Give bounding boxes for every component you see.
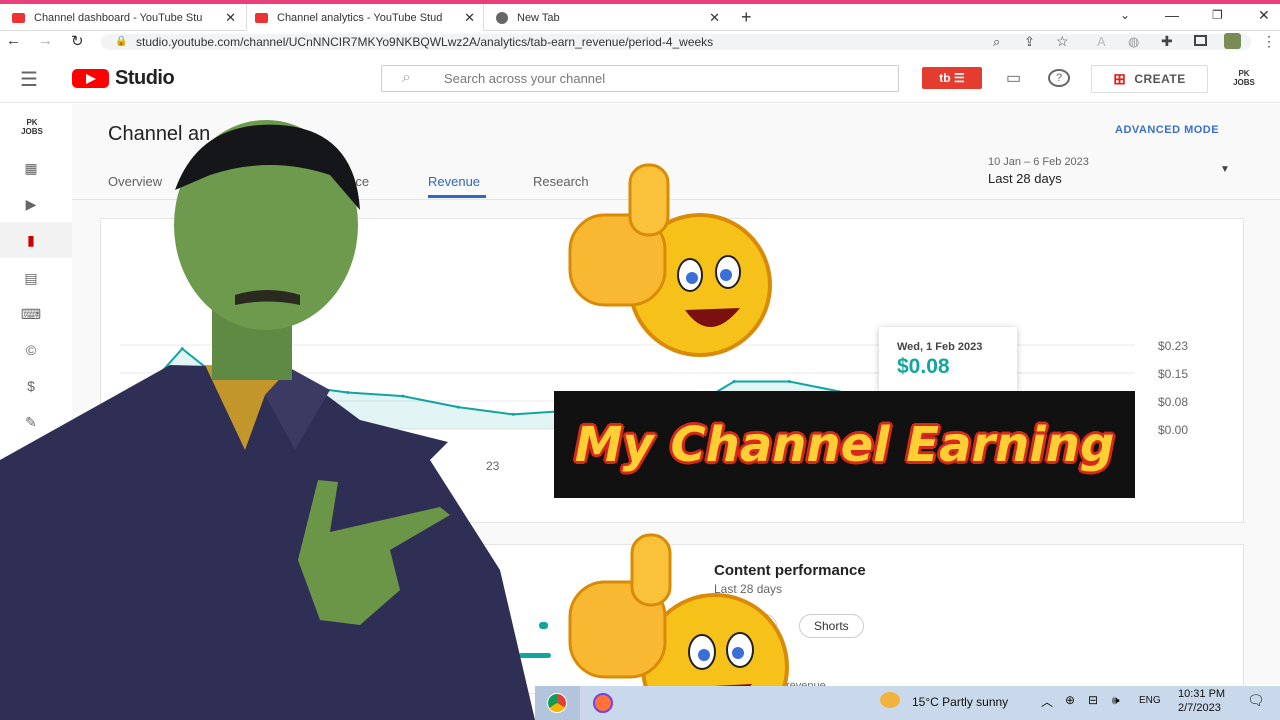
earning-headline: My Channel Earning (574, 416, 1115, 473)
person-photo-overlay (0, 120, 535, 720)
shirt-shape (0, 365, 535, 720)
y-tick-label: $0.00 (1158, 423, 1189, 437)
notifications-icon[interactable]: 🗨 (1247, 692, 1265, 709)
chip-label: Shorts (814, 619, 849, 633)
language-indicator[interactable]: ENG (1139, 695, 1161, 706)
show-hidden-icons-icon[interactable]: ︿ (1041, 693, 1053, 710)
clock-time[interactable]: 10:31 PM (1178, 688, 1225, 700)
bar-dot (539, 622, 548, 629)
tooltip-value: $0.08 (897, 355, 950, 378)
windows-taskbar: 15°C Partly sunny ︿ ⊕ ⊟ 🕪 ENG 10:31 PM 2… (535, 686, 1280, 720)
clock-date[interactable]: 2/7/2023 (1178, 702, 1221, 714)
y-tick-label: $0.15 (1158, 367, 1189, 381)
revenue-data-point[interactable] (787, 380, 791, 384)
weather-text[interactable]: 15°C Partly sunny (912, 695, 1008, 709)
chrome-icon (547, 693, 567, 713)
chart-tooltip: Wed, 1 Feb 2023 $0.08 (879, 327, 1017, 391)
network-icon[interactable]: ⊟ (1088, 693, 1098, 707)
firefox-icon[interactable] (593, 693, 613, 713)
volume-icon[interactable]: 🕪 (1112, 693, 1120, 708)
tooltip-date: Wed, 1 Feb 2023 (897, 341, 983, 353)
chip-shorts[interactable]: Shorts (799, 614, 864, 638)
weather-icon[interactable] (880, 692, 900, 708)
revenue-data-point[interactable] (732, 380, 736, 384)
tray-sync-icon[interactable]: ⊕ (1065, 693, 1075, 707)
y-tick-label: $0.08 (1158, 395, 1189, 409)
thumbs-up-emoji-icon (568, 163, 772, 357)
earning-banner: My Channel Earning (554, 391, 1135, 498)
taskbar-chrome-button[interactable] (535, 686, 580, 720)
y-tick-label: $0.23 (1158, 339, 1189, 353)
